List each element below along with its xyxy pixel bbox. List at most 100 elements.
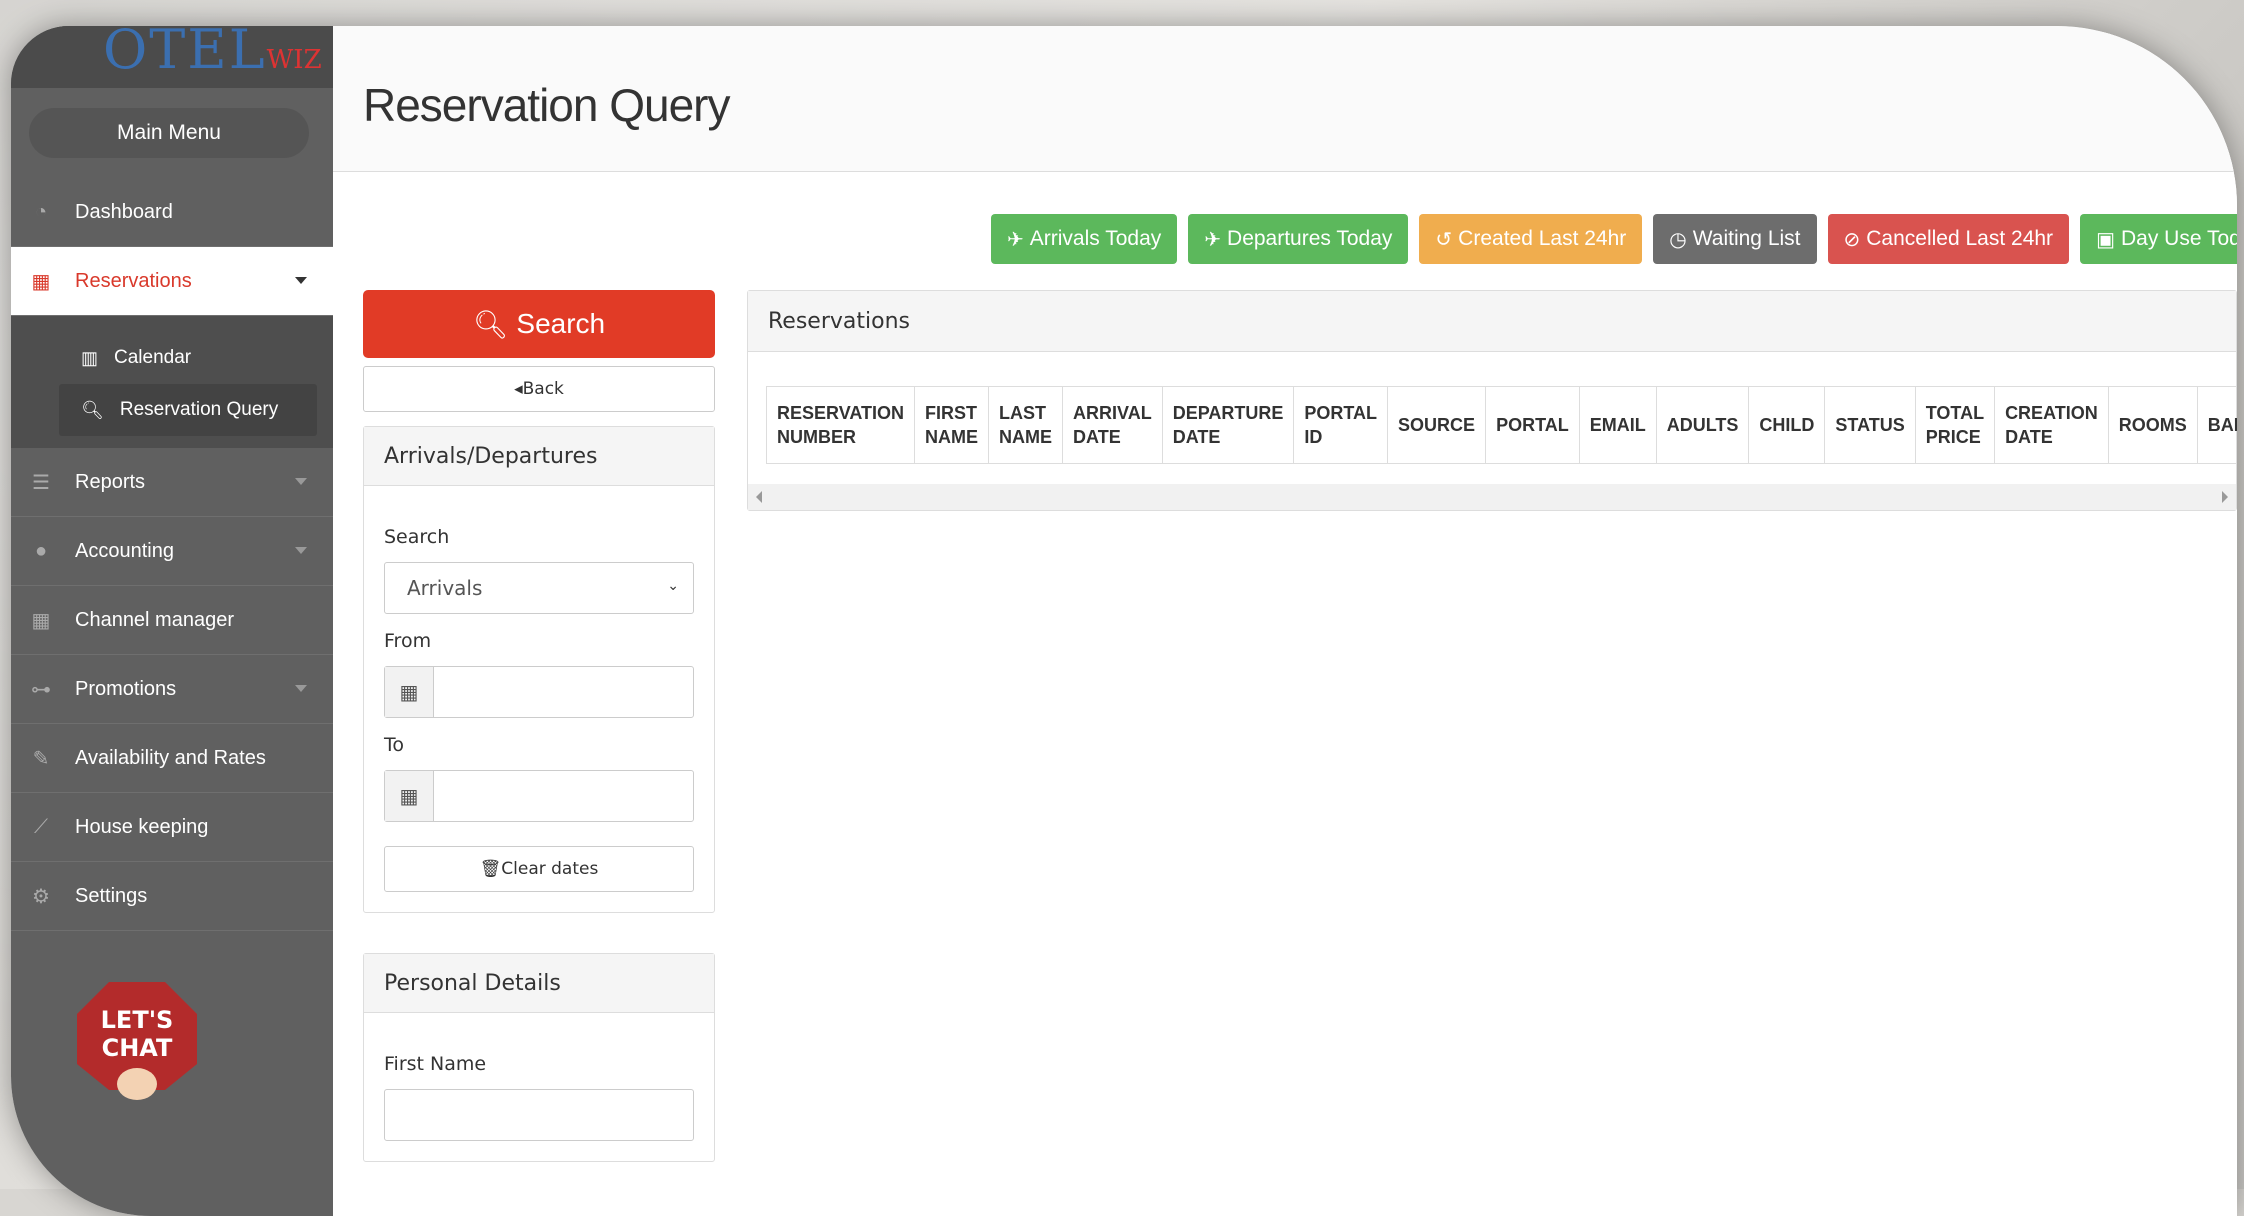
column-header[interactable]: STATUS — [1824, 386, 1916, 464]
back-button[interactable]: ◂ Back — [363, 366, 715, 412]
button-label: Back — [522, 379, 564, 399]
gear-icon: ⚙ — [32, 885, 50, 908]
cancelled-last-24hr-button[interactable]: ⊘ Cancelled Last 24hr — [1827, 214, 2070, 264]
column-header[interactable]: DEPARTURE DATE — [1161, 386, 1295, 464]
reservations-panel: Reservations RESERVATION NUMBER FIRST NAME L… — [747, 290, 2237, 511]
ban-icon: ⊘ — [1843, 228, 1861, 251]
sidebar-item-label: Dashboard — [75, 200, 173, 223]
sidebar-item-label: Channel manager — [75, 608, 234, 631]
column-header[interactable]: ADULTS — [1655, 386, 1750, 464]
column-header[interactable]: TOTAL PRICE — [1914, 386, 1996, 464]
column-header[interactable]: ROOMS — [2107, 386, 2198, 464]
dashboard-icon: ◔ — [34, 200, 48, 223]
sidebar-item-availability-rates[interactable]: ✎ Availability and Rates — [11, 724, 333, 793]
horizontal-scrollbar[interactable] — [748, 484, 2236, 510]
column-header[interactable]: FIRST NAME — [914, 386, 990, 464]
arrivals-today-button[interactable]: ✈ Arrivals Today — [991, 214, 1178, 264]
user-icon: ● — [34, 539, 48, 562]
button-label: Search — [516, 308, 606, 339]
sitemap-icon: ⊶ — [31, 678, 51, 701]
column-header[interactable]: PORTAL ID — [1293, 386, 1389, 464]
chat-badge[interactable]: LET'S CHAT — [73, 978, 201, 1106]
trash-icon: 🗑︎ — [479, 859, 502, 879]
search-type-label: Search — [384, 526, 450, 548]
column-header[interactable]: EMAIL — [1578, 386, 1657, 464]
to-date-field[interactable]: ▦ — [384, 770, 694, 822]
sidebar-item-label: House keeping — [75, 815, 209, 838]
caret-down-icon — [295, 478, 307, 485]
reservations-submenu: ▥ Calendar 🔍︎ Reservation Query — [11, 316, 333, 448]
history-icon: ↺ — [1435, 228, 1453, 251]
sidebar-item-accounting[interactable]: ● Accounting — [11, 517, 333, 586]
pencil-icon: ✎ — [32, 747, 50, 770]
svg-text:CHAT: CHAT — [102, 1034, 173, 1062]
sidebar-item-label: Accounting — [75, 539, 174, 562]
caret-down-icon — [295, 547, 307, 554]
building-icon: ▦ — [31, 609, 51, 632]
sidebar-item-label: Reports — [75, 470, 146, 493]
calendar-icon: ▦ — [385, 771, 434, 821]
main-menu-button[interactable]: Main Menu — [29, 108, 309, 158]
sidebar-item-channel-manager[interactable]: ▦ Channel manager — [11, 586, 333, 655]
sidebar-subitem-reservation-query[interactable]: 🔍︎ Reservation Query — [59, 384, 317, 436]
search-icon: 🔍︎ — [472, 308, 509, 340]
column-header[interactable]: CHILD — [1748, 386, 1826, 464]
sidebar-subitem-label: Calendar — [114, 347, 192, 368]
sidebar-item-promotions[interactable]: ⊶ Promotions — [11, 655, 333, 724]
button-label: Created Last 24hr — [1458, 227, 1627, 250]
calendar-icon: ▦ — [385, 667, 434, 717]
departures-today-button[interactable]: ✈ Departures Today — [1188, 214, 1409, 264]
button-label: Departures Today — [1227, 227, 1393, 250]
caret-down-icon — [295, 685, 307, 692]
sidebar-menu: ◔ Dashboard ▦ Reservations ▥ Calendar 🔍︎… — [11, 178, 333, 931]
table-header-row: RESERVATION NUMBER FIRST NAME LAST NAME ARRIVA… — [765, 386, 2237, 464]
sidebar-subitem-label: Reservation Query — [119, 399, 279, 420]
button-label: Arrivals Today — [1029, 227, 1162, 250]
sidebar-item-label: Promotions — [75, 677, 177, 700]
first-name-field[interactable] — [384, 1089, 694, 1141]
sidebar-item-house-keeping[interactable]: ⟋ House keeping — [11, 793, 333, 862]
select-value: Arrivals — [407, 576, 483, 600]
column-header[interactable]: RESERVATION NUMBER — [765, 386, 916, 464]
created-last-24hr-button[interactable]: ↺ Created Last 24hr — [1419, 214, 1643, 264]
from-date-field[interactable]: ▦ — [384, 666, 694, 718]
logo[interactable]: OTELWIZ — [103, 26, 322, 81]
search-icon: 🔍︎ — [81, 399, 104, 420]
search-type-select[interactable]: Arrivals ⌄ — [384, 562, 694, 614]
panel-title: Personal Details — [364, 954, 714, 1013]
column-header[interactable]: CREATION DATE — [1994, 386, 2109, 464]
search-button[interactable]: 🔍︎ Search — [363, 290, 715, 358]
page-title: Reservation Query — [363, 79, 730, 131]
main-content: Reservation Query ✈ Arrivals Today ✈ Dep… — [333, 26, 2237, 1216]
button-label: Day Use Today — [2120, 227, 2237, 250]
day-use-today-button[interactable]: ▣ Day Use Today — [2080, 214, 2237, 264]
page-header: Reservation Query — [333, 26, 2237, 172]
plane-departure-icon: ✈ — [1204, 228, 1222, 251]
sidebar-item-reports[interactable]: ☰ Reports — [11, 448, 333, 517]
sidebar-subitem-calendar[interactable]: ▥ Calendar — [11, 332, 333, 384]
clear-dates-button[interactable]: 🗑︎ Clear dates — [384, 846, 694, 892]
column-header[interactable]: ARRIVAL DATE — [1062, 386, 1163, 464]
waiting-list-button[interactable]: ◷ Waiting List — [1653, 214, 1817, 264]
column-header[interactable]: LAST NAME — [988, 386, 1064, 464]
column-header[interactable]: BALANCE — [2196, 386, 2237, 464]
personal-details-panel: Personal Details First Name — [363, 953, 715, 1162]
button-label: Clear dates — [501, 859, 599, 879]
list-icon: ☰ — [32, 471, 50, 494]
reservations-table: RESERVATION NUMBER FIRST NAME LAST NAME ARRIVA… — [765, 386, 2237, 464]
sidebar-item-settings[interactable]: ⚙ Settings — [11, 862, 333, 931]
column-header[interactable]: SOURCE — [1387, 386, 1487, 464]
button-label: Waiting List — [1692, 227, 1801, 250]
search-column: 🔍︎ Search ◂ Back Arrivals/Departures Sea… — [363, 290, 715, 1162]
column-header[interactable]: PORTAL — [1485, 386, 1580, 464]
scroll-right-icon[interactable] — [2222, 491, 2228, 503]
clock-icon: ◷ — [1669, 228, 1687, 251]
sidebar-item-reservations[interactable]: ▦ Reservations — [11, 247, 333, 316]
sidebar-item-dashboard[interactable]: ◔ Dashboard — [11, 178, 333, 247]
scroll-left-icon[interactable] — [756, 491, 762, 503]
svg-text:LET'S: LET'S — [101, 1006, 174, 1034]
broom-icon: ⟋ — [34, 815, 48, 838]
quick-filter-bar: ✈ Arrivals Today ✈ Departures Today ↺ Cr… — [991, 214, 2237, 264]
from-label: From — [384, 630, 432, 652]
chevron-down-icon: ⌄ — [667, 578, 679, 594]
